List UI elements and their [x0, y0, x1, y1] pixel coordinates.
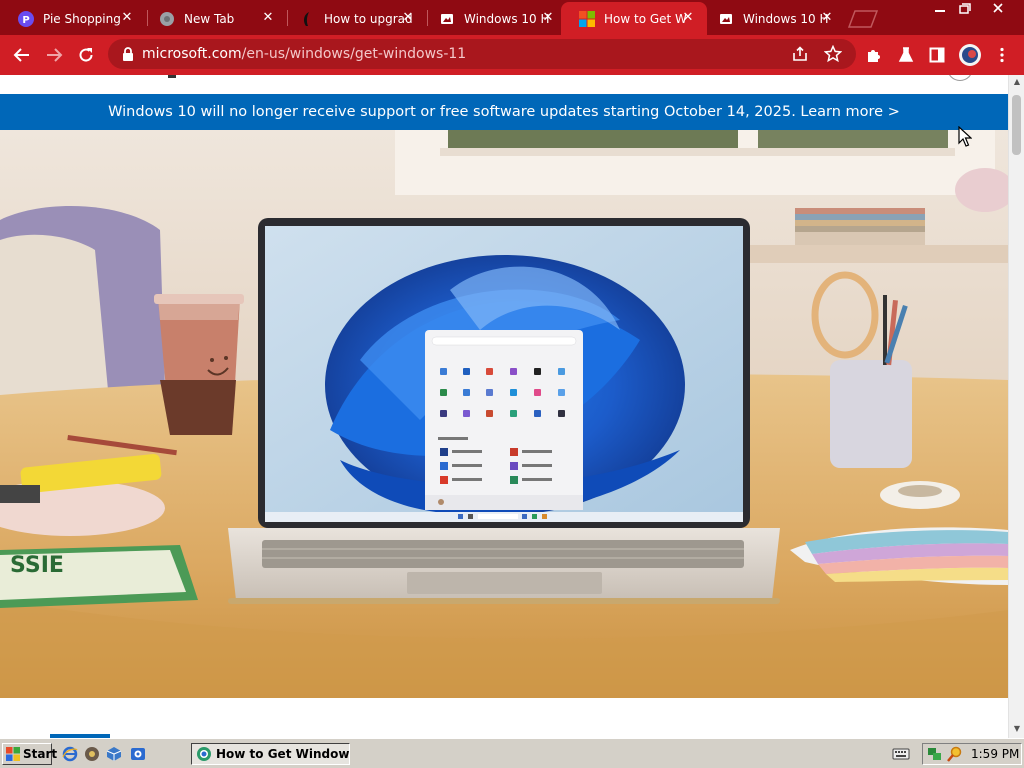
system-clock[interactable]: 1:59 PM [971, 747, 1019, 761]
url-host: microsoft.com [142, 46, 242, 62]
close-tab-icon[interactable]: ✕ [261, 11, 275, 25]
tab-title: Pie Shopping [43, 11, 121, 26]
end-of-support-banner[interactable]: Windows 10 will no longer receive suppor… [0, 94, 1008, 130]
start-menu-mockup [425, 330, 583, 510]
close-tab-icon[interactable]: ✕ [820, 11, 834, 25]
tab-title: Windows 10 H [743, 11, 829, 26]
flask-icon [898, 47, 914, 62]
close-window-button[interactable] [986, 0, 1010, 18]
laptop-on-desk-illustration: SSIE [0, 130, 1008, 698]
hero-image: SSIE [0, 130, 1008, 698]
restore-button[interactable] [952, 0, 976, 18]
browser-toolbar: microsoft.com/en-us/windows/get-windows-… [0, 35, 1024, 75]
address-bar[interactable]: microsoft.com/en-us/windows/get-windows-… [108, 39, 856, 69]
vertical-scrollbar[interactable]: ▲ ▼ [1008, 75, 1024, 738]
taskbar-item-label: How to Get Windows... [216, 747, 350, 761]
microsoft-logo-icon [579, 10, 595, 27]
close-tab-icon[interactable]: ✕ [541, 11, 555, 25]
site-header-remnant [0, 75, 1008, 94]
lock-icon[interactable] [120, 46, 136, 62]
globe-icon [159, 11, 175, 27]
url-path: /en-us/windows/get-windows-11 [241, 46, 467, 62]
tab-title: How to upgrade [324, 11, 412, 26]
kebab-menu-icon [1000, 47, 1004, 63]
arrow-left-icon [13, 48, 29, 62]
scroll-down-arrow[interactable]: ▼ [1012, 725, 1022, 733]
scrollbar-thumb[interactable] [1012, 95, 1021, 155]
reload-icon [79, 48, 93, 62]
mouse-cursor-icon [958, 125, 973, 148]
account-button[interactable] [947, 75, 973, 81]
internet-explorer-icon[interactable] [62, 746, 78, 762]
back-button[interactable] [10, 43, 34, 67]
media-player-icon[interactable] [84, 746, 100, 762]
page-content-below-hero [0, 698, 1008, 738]
tab-windows-10-help[interactable]: Windows 10 H ✕ [421, 2, 567, 35]
windows-flag-icon [6, 747, 20, 761]
desktop-manager-icon[interactable] [130, 746, 146, 762]
tab-how-to-get-windows-11[interactable]: How to Get W ✕ [561, 2, 707, 35]
bookmark-star-icon[interactable] [823, 44, 843, 63]
tab-windows-10-help-2[interactable]: Windows 10 H ✕ [700, 2, 846, 35]
system-tray: 1:59 PM [922, 743, 1022, 765]
minimize-button[interactable] [928, 0, 952, 18]
share-icon[interactable] [791, 45, 809, 63]
header-text-fragment [168, 75, 176, 78]
close-tab-icon[interactable]: ✕ [120, 11, 134, 25]
feather-icon [299, 11, 315, 27]
keyboard-icon[interactable] [892, 746, 910, 762]
browser-window-icon [196, 746, 212, 762]
banner-link-text[interactable]: Windows 10 will no longer receive suppor… [108, 104, 900, 120]
svg-text:P: P [22, 15, 29, 26]
tab-new-tab[interactable]: New Tab ✕ [141, 2, 287, 35]
start-label: Start [23, 747, 58, 761]
extensions-button[interactable] [862, 43, 886, 67]
url-text[interactable]: microsoft.com/en-us/windows/get-windows-… [142, 46, 466, 62]
page-viewport: Windows 10 will no longer receive suppor… [0, 75, 1008, 738]
close-tab-icon[interactable]: ✕ [401, 11, 415, 25]
tab-title: How to Get W [604, 11, 687, 26]
avatar-icon [959, 44, 981, 66]
browser-tab-strip: P Pie Shopping ✕ New Tab ✕ How to upgrad… [0, 0, 1024, 35]
tab-how-to-upgrade[interactable]: How to upgrade ✕ [281, 2, 427, 35]
pie-icon: P [18, 10, 34, 27]
forward-button[interactable] [42, 43, 66, 67]
windows-taskbar: Start How to Get Windows... 1:59 PM [0, 738, 1024, 768]
page-icon [439, 11, 455, 27]
tab-title: Windows 10 H [464, 11, 550, 26]
virtual-box-icon[interactable] [106, 746, 122, 762]
puzzle-icon [868, 50, 880, 62]
side-panel-button[interactable] [925, 43, 949, 67]
browser-menu-button[interactable] [990, 43, 1014, 67]
new-tab-button[interactable] [846, 8, 880, 28]
arrow-right-icon [47, 48, 63, 62]
tab-title: New Tab [184, 11, 235, 26]
lab-flask-button[interactable] [894, 43, 918, 67]
scroll-up-arrow[interactable]: ▲ [1012, 78, 1022, 86]
reload-button[interactable] [74, 43, 98, 67]
profile-avatar[interactable] [958, 43, 982, 67]
svg-text:SSIE: SSIE [10, 553, 64, 578]
network-icon[interactable] [927, 746, 943, 762]
taskbar-item-browser[interactable]: How to Get Windows... [191, 743, 350, 765]
page-icon [718, 11, 734, 27]
side-panel-icon [929, 47, 945, 63]
tab-pie-shopping[interactable]: P Pie Shopping ✕ [0, 2, 146, 35]
start-button[interactable]: Start [2, 743, 57, 765]
close-tab-icon[interactable]: ✕ [681, 11, 695, 25]
search-icon[interactable] [947, 746, 963, 762]
